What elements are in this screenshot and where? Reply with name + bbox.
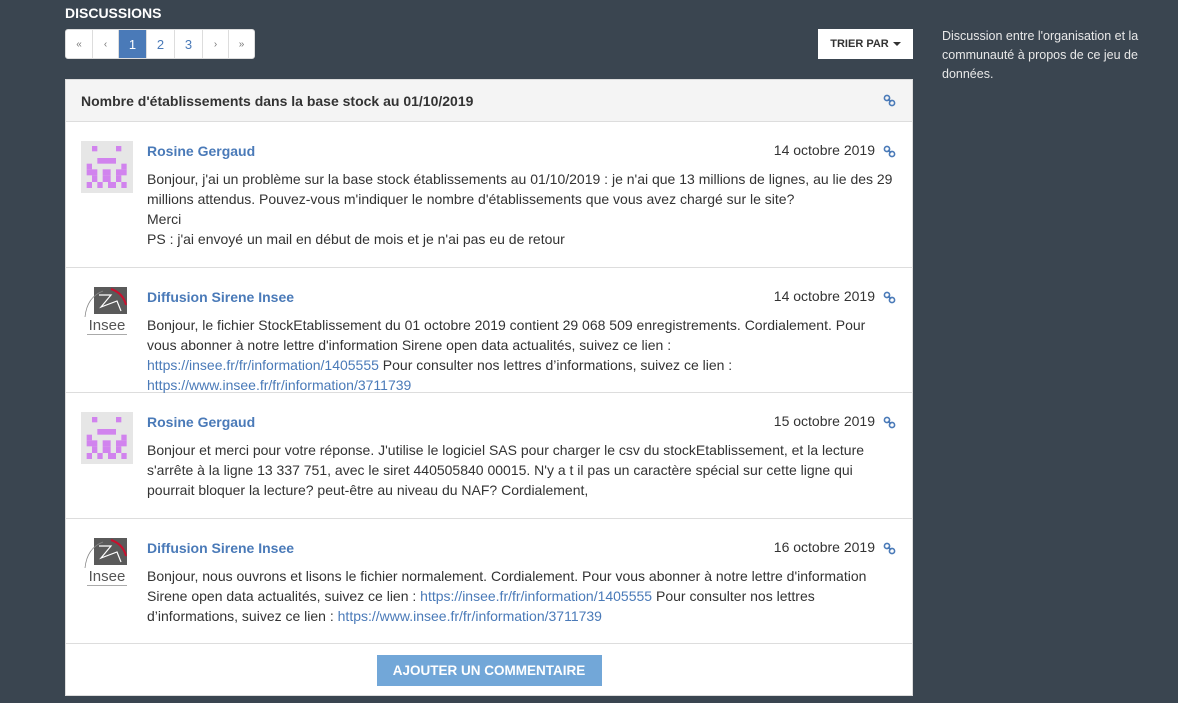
comment-line: Bonjour, j'ai un problème sur la base st… bbox=[147, 171, 893, 207]
comment-body: Bonjour et merci pour votre réponse. J'u… bbox=[147, 440, 897, 500]
sort-dropdown[interactable]: TRIER PAR bbox=[818, 29, 913, 59]
discussion-description: Discussion entre l'organisation et la co… bbox=[942, 29, 1139, 81]
comment: Insee Diffusion Sirene Insee 14 octobre … bbox=[66, 268, 912, 393]
letters-link[interactable]: https://www.insee.fr/fr/information/3711… bbox=[147, 377, 411, 393]
svg-text:Insee: Insee bbox=[89, 568, 126, 585]
newsletter-link[interactable]: https://insee.fr/fr/information/1405555 bbox=[420, 588, 652, 604]
discussion-header: Nombre d'établissements dans la base sto… bbox=[66, 80, 912, 122]
last-page-button[interactable]: » bbox=[228, 30, 254, 58]
comment: Rosine Gergaud 15 octobre 2019 Bonjour e… bbox=[66, 393, 912, 519]
prev-page-button[interactable]: ‹ bbox=[92, 30, 118, 58]
first-page-button[interactable]: « bbox=[66, 30, 92, 58]
comment-text: Pour consulter nos lettres d’information… bbox=[378, 357, 733, 373]
comment-body: Bonjour, le fichier StockEtablissement d… bbox=[147, 315, 897, 395]
add-comment-button[interactable]: AJOUTER UN COMMENTAIRE bbox=[376, 655, 602, 686]
comment-date: 14 octobre 2019 bbox=[773, 142, 875, 158]
discussion-title: Nombre d'établissements dans la base sto… bbox=[81, 92, 474, 109]
svg-text:Insee: Insee bbox=[89, 317, 126, 334]
page-1-button[interactable]: 1 bbox=[118, 30, 146, 58]
comment-text: Bonjour, le fichier StockEtablissement d… bbox=[147, 317, 866, 353]
comment-date: 14 octobre 2019 bbox=[773, 288, 875, 304]
comment-date: 15 octobre 2019 bbox=[773, 413, 875, 429]
letters-link[interactable]: https://www.insee.fr/fr/information/3711… bbox=[338, 608, 602, 624]
link-icon[interactable] bbox=[883, 94, 896, 107]
link-icon[interactable] bbox=[883, 542, 896, 555]
caret-down-icon bbox=[892, 42, 901, 46]
sort-label: TRIER PAR bbox=[830, 38, 889, 50]
user-avatar[interactable] bbox=[81, 141, 133, 193]
next-page-button[interactable]: › bbox=[202, 30, 228, 58]
comment-line: PS : j'ai envoyé un mail en début de moi… bbox=[147, 231, 565, 247]
newsletter-link[interactable]: https://insee.fr/fr/information/1405555 bbox=[147, 357, 379, 373]
section-title: DISCUSSIONS bbox=[65, 5, 162, 21]
link-icon[interactable] bbox=[883, 291, 896, 304]
comment-line: Merci bbox=[147, 211, 182, 227]
comment: Rosine Gergaud 14 octobre 2019 Bonjour, … bbox=[66, 122, 912, 268]
comment-date: 16 octobre 2019 bbox=[773, 539, 875, 555]
page-3-button[interactable]: 3 bbox=[174, 30, 202, 58]
comment-line: Bonjour et merci pour votre réponse. J'u… bbox=[147, 442, 865, 498]
link-icon[interactable] bbox=[883, 416, 896, 429]
pagination: « ‹ 1 2 3 › » bbox=[65, 29, 255, 59]
comment: Insee Diffusion Sirene Insee 16 octobre … bbox=[66, 519, 912, 644]
user-avatar[interactable] bbox=[81, 412, 133, 464]
insee-logo[interactable]: Insee bbox=[81, 287, 133, 339]
insee-logo[interactable]: Insee bbox=[81, 538, 133, 590]
comment-body: Bonjour, j'ai un problème sur la base st… bbox=[147, 169, 897, 249]
discussion-panel: Nombre d'établissements dans la base sto… bbox=[65, 79, 913, 696]
page-2-button[interactable]: 2 bbox=[146, 30, 174, 58]
comment-body: Bonjour, nous ouvrons et lisons le fichi… bbox=[147, 566, 897, 626]
link-icon[interactable] bbox=[883, 145, 896, 158]
